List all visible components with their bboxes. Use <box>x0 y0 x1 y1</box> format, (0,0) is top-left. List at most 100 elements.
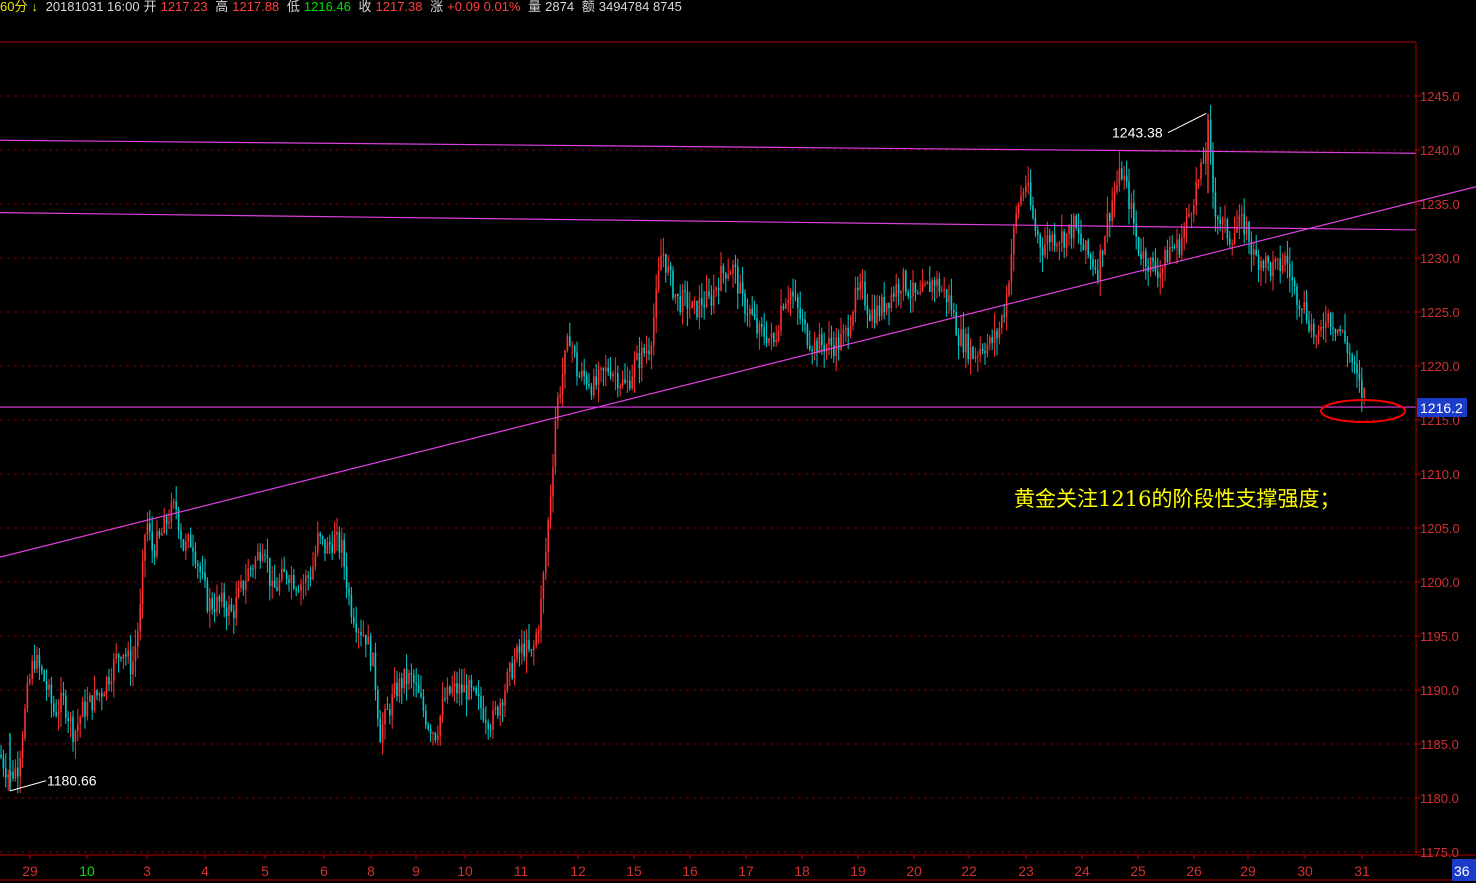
candle-body <box>583 370 585 376</box>
candle-body <box>21 738 24 758</box>
candle-body <box>300 584 302 592</box>
candle-body <box>1262 260 1265 268</box>
candle-body <box>475 687 477 694</box>
candle-body <box>1286 255 1289 264</box>
candle-body <box>420 692 422 697</box>
candle-body <box>470 679 473 688</box>
candle-body <box>998 328 1001 339</box>
candle-body <box>1058 242 1061 245</box>
candle-body <box>456 683 458 694</box>
candle-body <box>367 636 369 645</box>
candle-body <box>319 533 321 537</box>
candle-body <box>516 646 518 660</box>
candle-body <box>141 560 144 605</box>
candle-body <box>943 289 945 291</box>
candle-body <box>1025 185 1027 193</box>
candle-body <box>977 355 979 357</box>
candle-body <box>840 333 842 350</box>
candle-body <box>1171 246 1173 248</box>
x-tick-label: 8 <box>367 863 375 879</box>
candle-body <box>773 333 775 343</box>
candle-body <box>36 654 38 669</box>
candle-body <box>504 690 506 706</box>
candlestick-chart[interactable]: 1245.0 1240.0 1235.0 1230.0 1225.0 1220.0 12 15… <box>0 0 1476 883</box>
candle-body <box>1097 269 1099 281</box>
x-tick-label: 31 <box>1354 863 1370 879</box>
candle-body <box>53 703 55 713</box>
candle-body <box>1133 202 1135 224</box>
candle-body <box>1202 162 1205 164</box>
candle-body <box>1080 233 1082 245</box>
candle-body <box>907 292 909 297</box>
candle-body <box>1339 329 1341 332</box>
candle-body <box>1085 240 1087 251</box>
candle-body <box>170 502 173 523</box>
candle-body <box>113 658 115 682</box>
candle-body <box>201 572 204 574</box>
candle-body <box>225 607 228 617</box>
candle-body <box>751 308 753 315</box>
candle-body <box>655 289 657 318</box>
candle-body <box>657 270 660 290</box>
candle-body <box>665 253 667 273</box>
max-price-label: 1243.38 <box>1112 125 1163 141</box>
annotation-text: 黄金关注1216的阶段性支撑强度； <box>1014 487 1340 511</box>
candle-body <box>629 380 631 389</box>
candle-body <box>590 386 593 396</box>
candle-body <box>1281 265 1284 271</box>
x-tick-label: 17 <box>738 863 754 879</box>
candle-body <box>189 534 192 548</box>
candle-body <box>252 568 254 570</box>
candle-body <box>931 280 933 292</box>
y-tick-label: 1235.0 <box>1420 197 1460 212</box>
candle-body <box>933 280 936 286</box>
candle-body <box>216 596 218 612</box>
candle-body <box>427 724 429 729</box>
candle-body <box>972 346 974 359</box>
candle-body <box>1032 205 1034 218</box>
candle-body <box>108 677 110 685</box>
candle-body <box>132 661 134 675</box>
candle-body <box>432 732 434 734</box>
candle-body <box>571 346 573 348</box>
candle-body <box>674 293 677 298</box>
candle-body <box>681 289 684 312</box>
candle-body <box>641 347 643 369</box>
candle-body <box>854 287 857 312</box>
candle-body <box>1248 221 1250 243</box>
candle-body <box>861 281 864 283</box>
candle-body <box>621 379 624 386</box>
candle-body <box>489 729 492 731</box>
candle-body <box>765 336 768 344</box>
candle-body <box>350 594 353 618</box>
candle-body <box>228 604 230 617</box>
candle-body <box>77 723 79 731</box>
x-tick-label: 9 <box>412 863 420 879</box>
candle-body <box>499 702 501 716</box>
candle-body <box>139 604 141 632</box>
candle-body <box>389 709 391 716</box>
candle-body <box>1243 214 1245 235</box>
candle-body <box>69 716 72 722</box>
candle-body <box>398 678 401 697</box>
candle-body <box>1217 216 1219 220</box>
candle-body <box>223 592 225 608</box>
candle-body <box>1255 249 1257 256</box>
candle-body <box>600 368 602 370</box>
candle-body <box>729 273 732 275</box>
x-tick-label: 29 <box>22 863 38 879</box>
candle-body <box>859 282 861 291</box>
candle-body <box>273 580 276 588</box>
candle-body <box>105 677 108 694</box>
candle-body <box>1274 259 1277 262</box>
candle-body <box>821 334 823 345</box>
candle-body <box>1293 280 1296 287</box>
candle-body <box>506 671 509 691</box>
candle-body <box>377 690 379 719</box>
candle-body <box>902 270 905 291</box>
candle-body <box>607 367 609 372</box>
candle-body <box>441 698 444 716</box>
candle-body <box>91 695 93 711</box>
candle-body <box>890 293 893 309</box>
candle-body <box>1044 244 1046 256</box>
